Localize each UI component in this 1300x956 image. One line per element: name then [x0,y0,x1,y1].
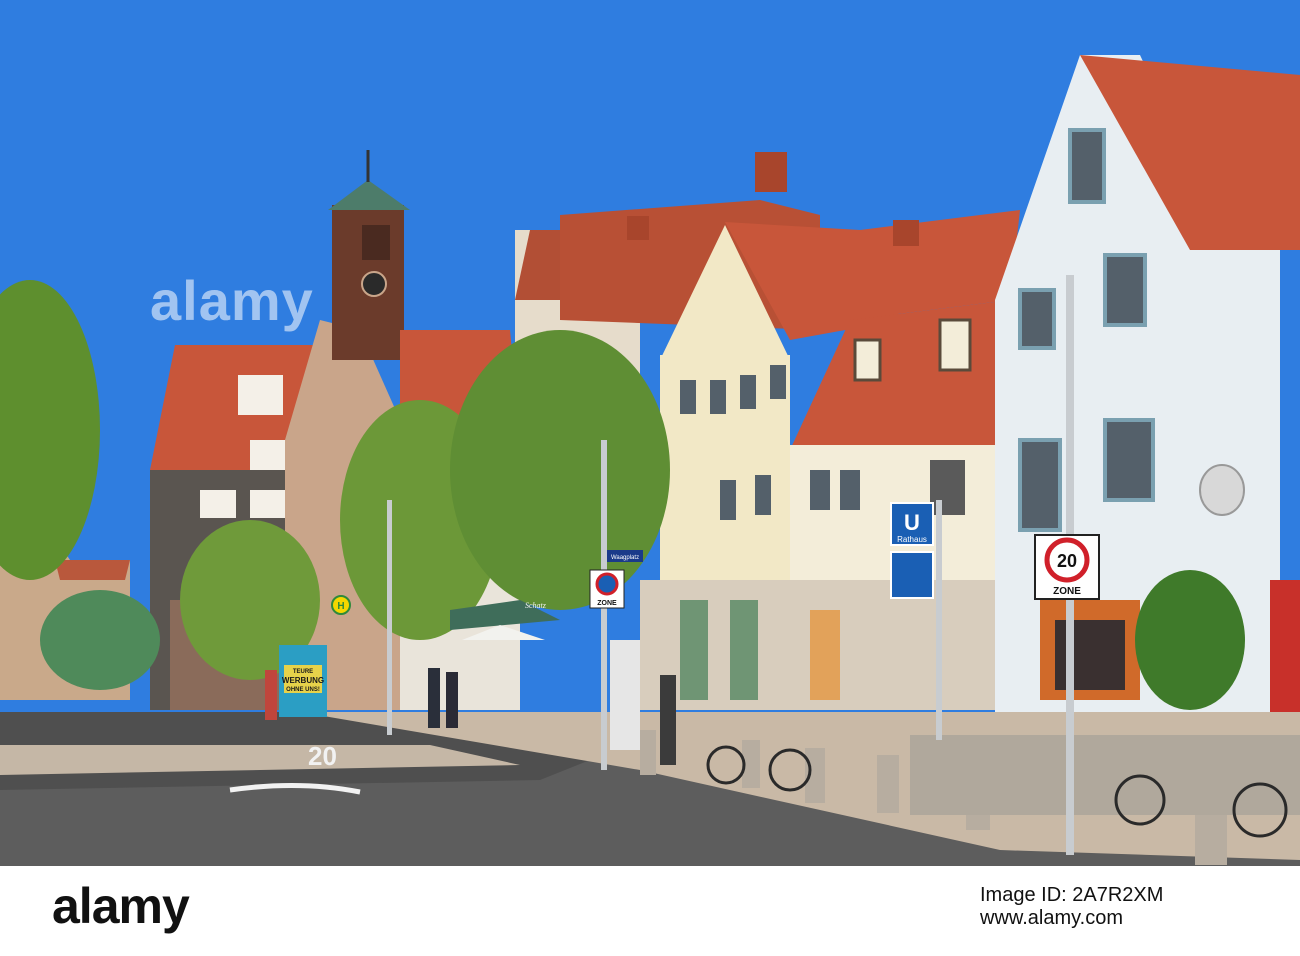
ubahn-station: Rathaus [897,535,927,544]
street-scene-svg: 20 U Rathaus 20 ZONE ZONE Waagplatz H TE… [0,0,1300,866]
speed-limit-value: 20 [1057,551,1077,571]
pedestrian [428,668,440,728]
window [1103,253,1147,327]
lamp-post [387,500,392,735]
window [1068,128,1106,204]
window [250,490,286,518]
chimney [627,216,649,240]
dormer-window [938,318,972,372]
shop-name: Schatz [525,601,547,610]
tower-louver [362,225,390,260]
window [710,380,726,414]
info-pillar [610,640,640,750]
chimney [893,220,919,246]
red-facade [1270,580,1300,730]
dormer-window [238,375,283,415]
window [930,460,965,515]
stairs-sign [890,551,934,599]
satellite-dish [1199,464,1245,516]
tree [40,590,160,690]
window [810,470,830,510]
no-parking-circle [595,572,619,596]
bus-stop-letter: H [337,601,344,612]
green-door [680,600,708,700]
bollard [640,730,656,775]
tree-center [450,330,670,610]
shrub-right [1135,570,1245,710]
ad-text-2: WERBUNG [282,676,324,685]
speed-zone-label: ZONE [1053,586,1081,597]
watermark-text: alamy [150,269,314,332]
window [755,475,771,515]
chimney [755,152,787,192]
dormer-window [853,338,882,382]
window [720,480,736,520]
ubahn-letter: U [904,510,920,535]
photo-frame: 20 U Rathaus 20 ZONE ZONE Waagplatz H TE… [0,0,1300,956]
subway-stair-wall [910,735,1300,815]
road-marking-20: 20 [308,741,337,771]
window [840,470,860,510]
sign-post [936,500,942,740]
pedestrian [446,672,458,728]
green-door [730,600,758,700]
window [250,440,290,470]
footer-image-id: Image ID: 2A7R2XM www.alamy.com [980,884,1163,930]
shop-window [810,610,840,700]
window [200,490,236,518]
parking-zone-label: ZONE [597,600,617,607]
ad-text-3: OHNE UNS! [286,687,320,693]
window [770,365,786,399]
street-scene-photo: 20 U Rathaus 20 ZONE ZONE Waagplatz H TE… [0,0,1300,866]
distant-roof [55,560,130,580]
shop-window [1055,620,1125,690]
bollard [877,755,899,813]
ad-text-1: TEURE [293,669,313,675]
clock-face [361,271,387,297]
street-name: Waagplatz [611,555,639,561]
www-label: www.alamy.com [980,907,1123,929]
window [1018,438,1062,532]
window [680,380,696,414]
image-id-label: Image ID: 2A7R2XM [980,884,1164,906]
pedestrian [660,675,676,765]
window [1103,418,1155,502]
window [1018,288,1056,350]
footer-logo: alamy [52,878,190,934]
pedestrian [265,670,277,720]
window [740,375,756,409]
